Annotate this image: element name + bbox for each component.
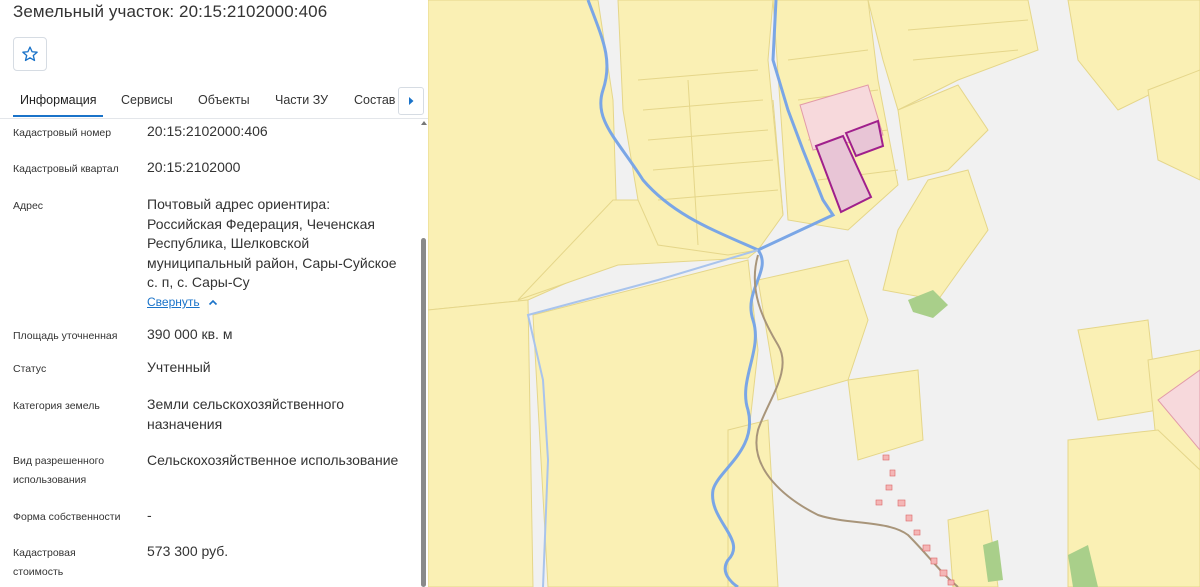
ownership-value: -	[147, 507, 152, 523]
star-icon	[22, 46, 38, 62]
info-panel: Земельный участок: 20:15:2102000:406 Инф…	[0, 0, 428, 587]
active-tab-indicator	[13, 115, 103, 117]
panel-scrollbar[interactable]	[420, 118, 428, 587]
status-label: Статус	[13, 363, 47, 375]
area-label: Площадь уточненная	[13, 330, 118, 342]
scroll-up-arrow-icon[interactable]	[421, 121, 427, 125]
status-value: Учтенный	[147, 359, 211, 375]
parcel[interactable]	[428, 299, 534, 587]
tabs-scroll-right-button[interactable]	[398, 87, 424, 115]
favorite-button[interactable]	[13, 37, 47, 71]
tab-parcel-parts[interactable]: Части ЗУ	[275, 93, 328, 107]
collapse-link-label: Свернуть	[147, 295, 200, 309]
tab-services[interactable]: Сервисы	[121, 93, 173, 107]
tab-bar: Информация Сервисы Объекты Части ЗУ Сост…	[0, 86, 428, 119]
chevron-right-icon	[409, 97, 414, 105]
area-value: 390 000 кв. м	[147, 326, 233, 342]
address-value: Почтовый адрес ориентира: Российская Фед…	[147, 196, 397, 290]
cadastral-number-value: 20:15:2102000:406	[147, 123, 268, 139]
scrollbar-thumb[interactable]	[421, 238, 426, 587]
cadastral-map[interactable]	[428, 0, 1200, 587]
permitted-use-value: Сельскохозяйственное использование	[147, 452, 399, 468]
tab-objects[interactable]: Объекты	[198, 93, 250, 107]
land-category-label: Категория земель	[13, 400, 100, 412]
page-title: Земельный участок: 20:15:2102000:406	[13, 2, 328, 21]
land-category-value: Земли сельскохозяйственного назначения	[147, 396, 345, 432]
address-label: Адрес	[13, 200, 44, 212]
cadastral-quarter-value: 20:15:2102000	[147, 159, 241, 175]
cadastral-value-label: Кадастровая стоимость	[13, 547, 76, 578]
collapse-link[interactable]: Свернуть	[147, 295, 218, 309]
tab-composition[interactable]: Состав	[354, 93, 395, 107]
parcel[interactable]	[532, 259, 759, 587]
ownership-label: Форма собственности	[13, 511, 121, 523]
cadastral-number-label: Кадастровый номер	[13, 127, 112, 139]
cadastral-quarter-label: Кадастровый квартал	[13, 163, 119, 175]
cadastral-value-value: 573 300 руб.	[147, 543, 229, 559]
chevron-up-icon	[208, 299, 217, 305]
tab-information[interactable]: Информация	[20, 93, 97, 107]
permitted-use-label: Вид разрешенного использования	[13, 455, 105, 486]
map-canvas[interactable]	[428, 0, 1200, 587]
